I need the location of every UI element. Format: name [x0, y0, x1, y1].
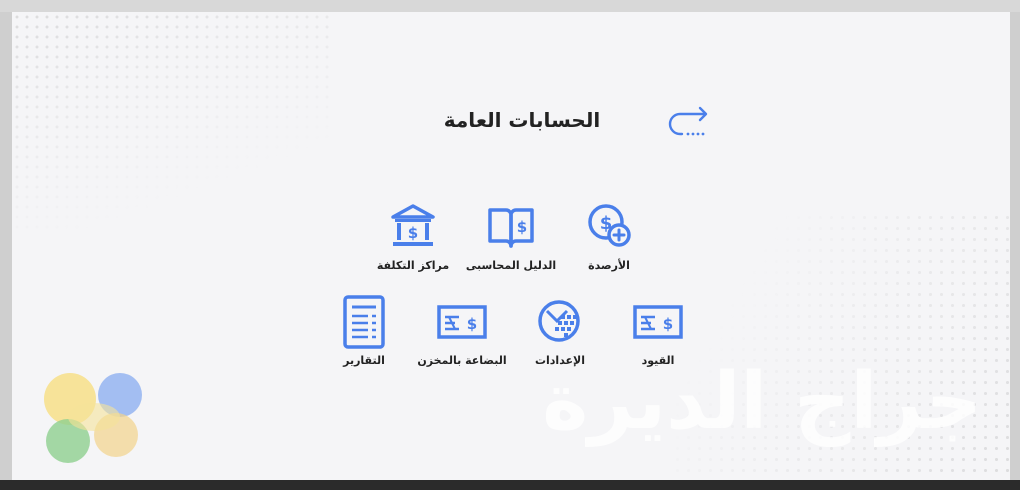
web-globe-icon: [538, 300, 580, 342]
back-arrow-icon: [668, 106, 708, 136]
report-document-icon: [343, 295, 385, 349]
svg-text:$: $: [467, 315, 477, 333]
background-top-strip: [0, 0, 1020, 12]
tile-label: التقارير: [343, 354, 385, 367]
bank-building-icon: $: [391, 204, 435, 246]
background-bottom-strip: [0, 480, 1020, 490]
svg-text:$: $: [663, 315, 673, 333]
cheque-icon: $: [437, 305, 487, 339]
tile-label: مراكز التكلفة: [376, 259, 450, 272]
background-left-strip: [0, 12, 12, 480]
tile-reports[interactable]: التقارير: [299, 295, 429, 385]
cheque-icon: $: [633, 305, 683, 339]
dot-pattern-decoration: [12, 12, 332, 232]
svg-text:$: $: [517, 218, 527, 236]
svg-text:$: $: [408, 224, 418, 242]
brand-logo: [44, 373, 142, 463]
back-button[interactable]: [664, 102, 712, 142]
general-accounts-modal: جراج الديرة الحسابات العامة $ الأرصدة $ …: [12, 12, 1010, 480]
background-right-strip: [1010, 12, 1020, 480]
tile-cost-centers[interactable]: $ مراكز التكلفة: [348, 200, 478, 290]
page-title: الحسابات العامة: [443, 108, 601, 132]
dollar-coin-plus-icon: $: [588, 204, 631, 247]
book-dollar-icon: $: [488, 208, 534, 248]
